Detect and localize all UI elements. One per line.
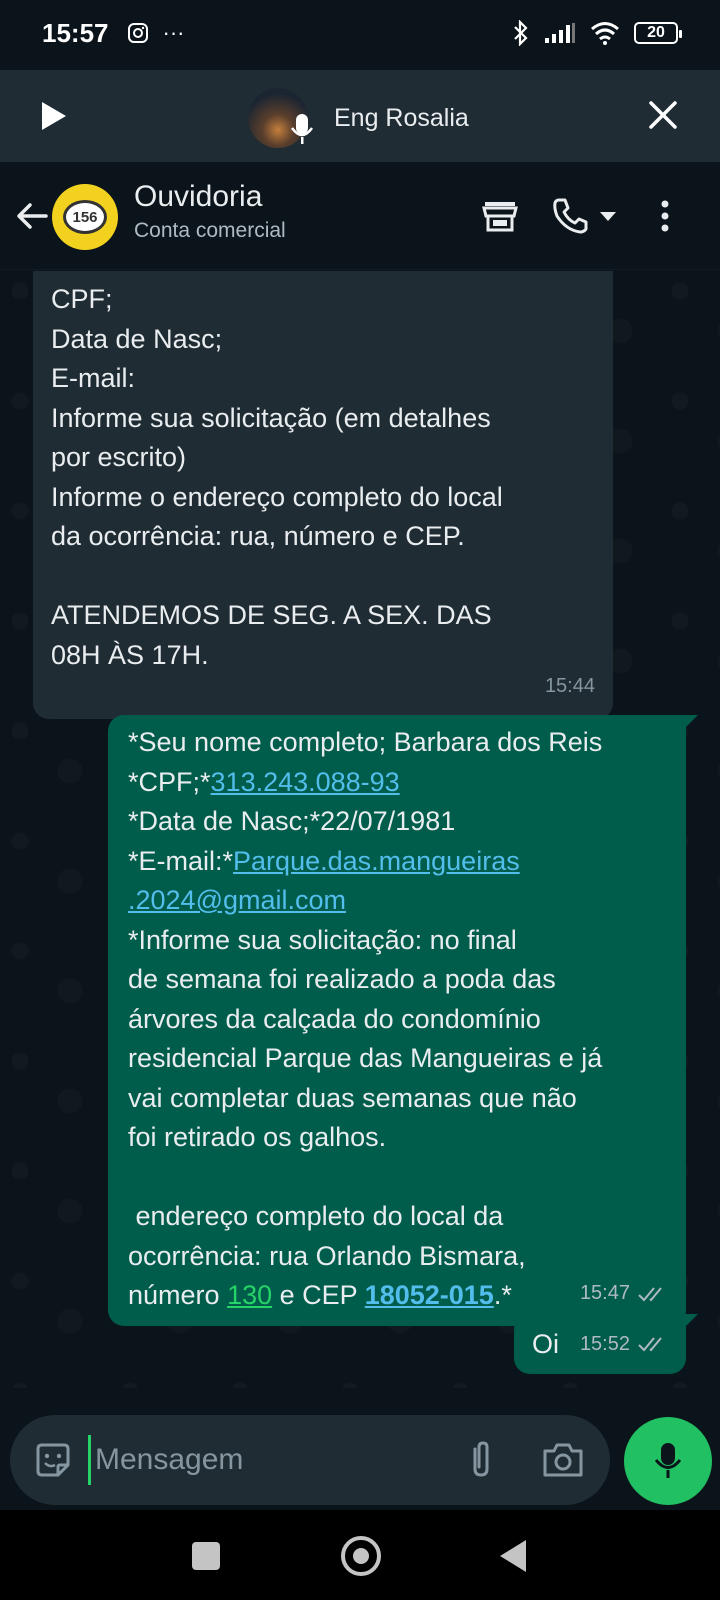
outgoing-message-oi[interactable]: Oi 15:52	[514, 1314, 698, 1374]
call-avatar	[248, 88, 314, 148]
battery-icon: 20	[634, 22, 682, 44]
number-link[interactable]: 130	[227, 1280, 272, 1310]
message-line: Data de Nasc;	[51, 323, 223, 354]
scrolled-line	[51, 271, 595, 280]
message-line: *Informe sua solicitação: no final	[128, 924, 517, 955]
number-label: número	[128, 1280, 228, 1310]
message-line: endereço completo do local da	[128, 1201, 504, 1231]
double-check-icon	[638, 1337, 662, 1352]
status-bar: 15:57 ··· 20	[0, 0, 720, 66]
cpf-link[interactable]: 313.243.088-93	[211, 767, 400, 797]
system-nav-bar	[0, 1510, 720, 1600]
chat-area[interactable]: CPF; Data de Nasc; E-mail: Informe sua s…	[0, 271, 720, 1388]
message-text: Oi	[532, 1328, 559, 1359]
message-line: *E-mail:*Parque.das.mangueiras	[128, 842, 666, 882]
incoming-message[interactable]: CPF; Data de Nasc; E-mail: Informe sua s…	[33, 271, 613, 719]
message-line: por escrito)	[51, 442, 187, 472]
contact-avatar[interactable]: 156	[52, 184, 118, 250]
email-link-continued[interactable]: .2024@gmail.com	[128, 885, 346, 915]
home-button[interactable]	[341, 1536, 381, 1576]
contact-name: Ouvidoria	[134, 180, 263, 213]
message-time: 15:52	[579, 1332, 630, 1355]
message-line: vai completar duas semanas que não	[128, 1082, 577, 1113]
cpf-label: *CPF;*	[128, 766, 211, 797]
avatar-label: 156	[63, 200, 107, 234]
message-line	[51, 557, 595, 597]
back-button[interactable]	[500, 1540, 526, 1572]
mic-icon	[290, 114, 314, 144]
wifi-icon	[591, 22, 619, 45]
chat-header: 156 Ouvidoria Conta comercial	[0, 162, 720, 270]
signal-icon	[545, 23, 575, 43]
message-composer	[10, 1415, 610, 1505]
message-line: foi retirado os galhos.	[128, 1122, 387, 1152]
battery-level: 20	[647, 24, 665, 41]
message-line: *Seu nome completo; Barbara dos Reis	[128, 727, 603, 757]
cep-link[interactable]: 18052-015	[365, 1280, 494, 1310]
recents-button[interactable]	[192, 1542, 220, 1570]
mic-icon	[654, 1443, 682, 1478]
message-input[interactable]	[88, 1435, 418, 1485]
camera-icon[interactable]	[540, 1439, 586, 1481]
instagram-icon	[127, 23, 148, 43]
call-name: Eng Rosalia	[334, 103, 469, 132]
message-time: 15:47	[579, 1282, 630, 1304]
message-line: .2024@gmail.com	[128, 881, 666, 921]
message-meta: 15:47	[580, 1274, 668, 1314]
contact-info[interactable]: Ouvidoria Conta comercial	[134, 178, 286, 246]
more-dots-icon: ···	[162, 20, 185, 45]
message-line: da ocorrência: rua, número e CEP.	[51, 521, 465, 551]
message-line: residencial Parque das Mangueiras e já	[128, 1043, 603, 1073]
message-line: E-mail:	[51, 363, 136, 393]
email-link[interactable]: Parque.das.mangueiras	[233, 846, 520, 876]
cep-label: e CEP	[272, 1280, 365, 1310]
more-vertical-icon[interactable]	[650, 196, 680, 236]
contact-subtitle: Conta comercial	[134, 219, 286, 242]
sticker-icon[interactable]	[32, 1439, 74, 1481]
line-end: .*	[493, 1280, 512, 1310]
message-meta: 15:52	[580, 1333, 668, 1356]
call-participant[interactable]: Eng Rosalia	[248, 88, 469, 148]
email-label: *E-mail:*	[128, 845, 234, 876]
play-icon[interactable]	[36, 99, 70, 133]
attach-icon[interactable]	[458, 1437, 504, 1483]
message-line: Informe o endereço completo do local	[51, 481, 503, 512]
message-line: CPF;	[51, 284, 113, 314]
outgoing-message[interactable]: *Seu nome completo; Barbara dos Reis *CP…	[108, 715, 698, 1326]
back-arrow-icon[interactable]	[14, 198, 50, 234]
chevron-down-icon[interactable]	[596, 196, 620, 236]
ongoing-call-strip[interactable]: Eng Rosalia	[0, 70, 720, 162]
message-line: *CPF;*313.243.088-93	[128, 763, 666, 803]
double-check-icon	[638, 1287, 662, 1302]
message-line: ocorrência: rua Orlando Bismara,	[128, 1240, 526, 1271]
voice-message-button[interactable]	[624, 1417, 712, 1505]
status-time: 15:57	[42, 17, 109, 48]
message-line: ATENDEMOS DE SEG. A SEX. DAS	[51, 600, 492, 630]
store-icon[interactable]	[480, 196, 520, 236]
message-line: de semana foi realizado a poda das	[128, 964, 556, 994]
bluetooth-icon	[514, 20, 528, 46]
message-line: árvores da calçada do condomínio	[128, 1003, 541, 1034]
message-line: Informe sua solicitação (em detalhes	[51, 402, 491, 433]
close-icon[interactable]	[646, 98, 680, 132]
message-line: *Data de Nasc;*22/07/1981	[128, 806, 456, 836]
phone-icon[interactable]	[550, 196, 590, 236]
